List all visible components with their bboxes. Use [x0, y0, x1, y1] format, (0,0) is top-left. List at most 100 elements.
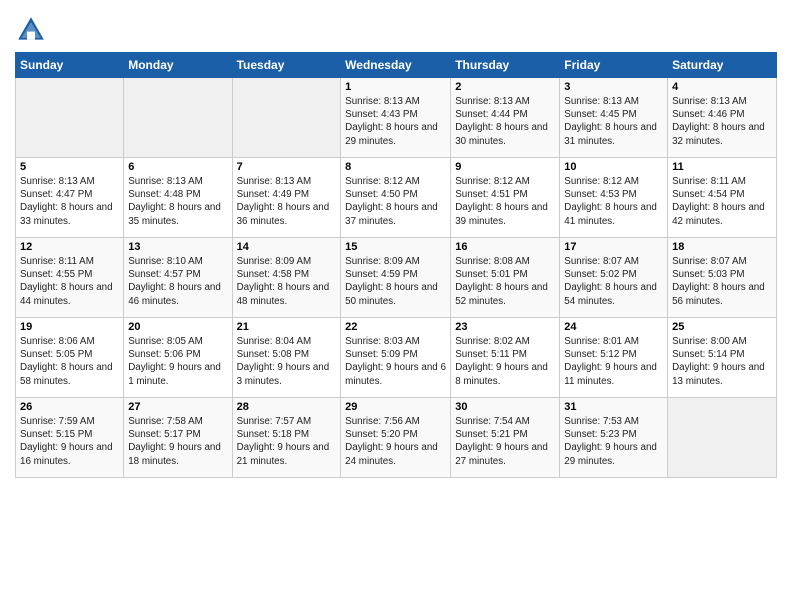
calendar-cell: 23 Sunrise: 8:02 AM Sunset: 5:11 PM Dayli… [451, 318, 560, 398]
day-info: Sunrise: 8:13 AM Sunset: 4:43 PM Dayligh… [345, 95, 446, 148]
day-number: 6 [128, 161, 227, 173]
day-info: Sunrise: 8:13 AM Sunset: 4:46 PM Dayligh… [672, 95, 772, 148]
day-number: 19 [20, 321, 119, 333]
calendar-cell: 27Sunrise: 7:58 AM Sunset: 5:17 PM Dayli… [124, 398, 232, 478]
calendar-cell: 8Sunrise: 8:12 AM Sunset: 4:50 PM Daylig… [341, 158, 451, 238]
day-info: Sunrise: 8:00 AM Sunset: 5:14 PM Dayligh… [672, 335, 772, 388]
calendar-cell: 9Sunrise: 8:12 AM Sunset: 4:51 PM Daylig… [451, 158, 560, 238]
calendar-week-row: 1 Sunrise: 8:13 AM Sunset: 4:43 PM Daylig… [16, 78, 777, 158]
calendar-cell: 4 Sunrise: 8:13 AM Sunset: 4:46 PM Daylig… [668, 78, 777, 158]
calendar-cell: 29 Sunrise: 7:56 AM Sunset: 5:20 PM Dayli… [341, 398, 451, 478]
day-of-week-header: Wednesday [341, 53, 451, 78]
day-info: Sunrise: 8:03 AM Sunset: 5:09 PM Dayligh… [345, 335, 446, 388]
day-info: Sunrise: 8:12 AM Sunset: 4:53 PM Dayligh… [564, 175, 663, 228]
calendar-cell: 3Sunrise: 8:13 AM Sunset: 4:45 PM Daylig… [560, 78, 668, 158]
day-number: 20 [128, 321, 227, 333]
calendar-cell [16, 78, 124, 158]
day-info: Sunrise: 8:01 AM Sunset: 5:12 PM Dayligh… [564, 335, 663, 388]
day-number: 22 [345, 321, 446, 333]
day-number: 25 [672, 321, 772, 333]
day-info: Sunrise: 7:59 AM Sunset: 5:15 PM Dayligh… [20, 415, 119, 468]
calendar-cell: 12 Sunrise: 8:11 AM Sunset: 4:55 PM Dayli… [16, 238, 124, 318]
day-number: 21 [237, 321, 337, 333]
day-number: 8 [345, 161, 446, 173]
day-number: 15 [345, 241, 446, 253]
calendar-cell: 13Sunrise: 8:10 AM Sunset: 4:57 PM Dayli… [124, 238, 232, 318]
calendar-cell: 19 Sunrise: 8:06 AM Sunset: 5:05 PM Dayli… [16, 318, 124, 398]
day-number: 7 [237, 161, 337, 173]
day-number: 31 [564, 401, 663, 413]
day-number: 1 [345, 81, 446, 93]
calendar-cell: 31 Sunrise: 7:53 AM Sunset: 5:23 PM Dayli… [560, 398, 668, 478]
calendar-week-row: 12 Sunrise: 8:11 AM Sunset: 4:55 PM Dayli… [16, 238, 777, 318]
day-info: Sunrise: 8:02 AM Sunset: 5:11 PM Dayligh… [455, 335, 555, 388]
calendar-cell: 15 Sunrise: 8:09 AM Sunset: 4:59 PM Dayli… [341, 238, 451, 318]
day-number: 12 [20, 241, 119, 253]
calendar-cell: 14 Sunrise: 8:09 AM Sunset: 4:58 PM Dayli… [232, 238, 341, 318]
day-info: Sunrise: 8:13 AM Sunset: 4:44 PM Dayligh… [455, 95, 555, 148]
calendar-cell: 21Sunrise: 8:04 AM Sunset: 5:08 PM Dayli… [232, 318, 341, 398]
day-info: Sunrise: 7:56 AM Sunset: 5:20 PM Dayligh… [345, 415, 446, 468]
day-number: 24 [564, 321, 663, 333]
day-info: Sunrise: 8:13 AM Sunset: 4:47 PM Dayligh… [20, 175, 119, 228]
day-of-week-header: Tuesday [232, 53, 341, 78]
calendar-cell: 11Sunrise: 8:11 AM Sunset: 4:54 PM Dayli… [668, 158, 777, 238]
calendar-cell [232, 78, 341, 158]
calendar-cell: 7 Sunrise: 8:13 AM Sunset: 4:49 PM Daylig… [232, 158, 341, 238]
day-number: 18 [672, 241, 772, 253]
day-number: 14 [237, 241, 337, 253]
calendar-cell: 5Sunrise: 8:13 AM Sunset: 4:47 PM Daylig… [16, 158, 124, 238]
day-number: 26 [20, 401, 119, 413]
calendar-cell [124, 78, 232, 158]
calendar-cell: 26 Sunrise: 7:59 AM Sunset: 5:15 PM Dayli… [16, 398, 124, 478]
calendar-cell: 28 Sunrise: 7:57 AM Sunset: 5:18 PM Dayli… [232, 398, 341, 478]
calendar-cell: 1 Sunrise: 8:13 AM Sunset: 4:43 PM Daylig… [341, 78, 451, 158]
day-info: Sunrise: 8:07 AM Sunset: 5:02 PM Dayligh… [564, 255, 663, 308]
day-info: Sunrise: 8:10 AM Sunset: 4:57 PM Dayligh… [128, 255, 227, 308]
day-info: Sunrise: 7:53 AM Sunset: 5:23 PM Dayligh… [564, 415, 663, 468]
calendar-cell: 30 Sunrise: 7:54 AM Sunset: 5:21 PM Dayli… [451, 398, 560, 478]
day-info: Sunrise: 8:09 AM Sunset: 4:59 PM Dayligh… [345, 255, 446, 308]
day-number: 3 [564, 81, 663, 93]
calendar-cell: 18 Sunrise: 8:07 AM Sunset: 5:03 PM Dayli… [668, 238, 777, 318]
calendar-week-row: 19 Sunrise: 8:06 AM Sunset: 5:05 PM Dayli… [16, 318, 777, 398]
day-of-week-header: Thursday [451, 53, 560, 78]
day-info: Sunrise: 8:11 AM Sunset: 4:55 PM Dayligh… [20, 255, 119, 308]
day-number: 29 [345, 401, 446, 413]
day-of-week-header: Sunday [16, 53, 124, 78]
day-info: Sunrise: 8:11 AM Sunset: 4:54 PM Dayligh… [672, 175, 772, 228]
calendar-week-row: 5Sunrise: 8:13 AM Sunset: 4:47 PM Daylig… [16, 158, 777, 238]
day-of-week-header: Friday [560, 53, 668, 78]
day-number: 10 [564, 161, 663, 173]
day-number: 23 [455, 321, 555, 333]
day-info: Sunrise: 8:05 AM Sunset: 5:06 PM Dayligh… [128, 335, 227, 388]
day-number: 2 [455, 81, 555, 93]
calendar-cell: 20 Sunrise: 8:05 AM Sunset: 5:06 PM Dayli… [124, 318, 232, 398]
calendar-week-row: 26 Sunrise: 7:59 AM Sunset: 5:15 PM Dayli… [16, 398, 777, 478]
day-info: Sunrise: 8:07 AM Sunset: 5:03 PM Dayligh… [672, 255, 772, 308]
calendar-cell: 16 Sunrise: 8:08 AM Sunset: 5:01 PM Dayli… [451, 238, 560, 318]
day-number: 27 [128, 401, 227, 413]
day-of-week-header: Monday [124, 53, 232, 78]
day-number: 28 [237, 401, 337, 413]
day-number: 16 [455, 241, 555, 253]
day-info: Sunrise: 8:09 AM Sunset: 4:58 PM Dayligh… [237, 255, 337, 308]
day-info: Sunrise: 8:06 AM Sunset: 5:05 PM Dayligh… [20, 335, 119, 388]
calendar-cell: 10 Sunrise: 8:12 AM Sunset: 4:53 PM Dayli… [560, 158, 668, 238]
calendar-table: SundayMondayTuesdayWednesdayThursdayFrid… [15, 52, 777, 478]
day-info: Sunrise: 8:08 AM Sunset: 5:01 PM Dayligh… [455, 255, 555, 308]
day-number: 4 [672, 81, 772, 93]
header [15, 10, 777, 46]
day-of-week-header: Saturday [668, 53, 777, 78]
day-info: Sunrise: 7:57 AM Sunset: 5:18 PM Dayligh… [237, 415, 337, 468]
day-info: Sunrise: 8:13 AM Sunset: 4:49 PM Dayligh… [237, 175, 337, 228]
day-number: 17 [564, 241, 663, 253]
calendar-cell: 2 Sunrise: 8:13 AM Sunset: 4:44 PM Daylig… [451, 78, 560, 158]
calendar-header-row: SundayMondayTuesdayWednesdayThursdayFrid… [16, 53, 777, 78]
day-number: 30 [455, 401, 555, 413]
day-info: Sunrise: 8:13 AM Sunset: 4:48 PM Dayligh… [128, 175, 227, 228]
day-info: Sunrise: 7:54 AM Sunset: 5:21 PM Dayligh… [455, 415, 555, 468]
calendar-cell: 24 Sunrise: 8:01 AM Sunset: 5:12 PM Dayli… [560, 318, 668, 398]
day-info: Sunrise: 8:12 AM Sunset: 4:51 PM Dayligh… [455, 175, 555, 228]
calendar-cell: 17 Sunrise: 8:07 AM Sunset: 5:02 PM Dayli… [560, 238, 668, 318]
